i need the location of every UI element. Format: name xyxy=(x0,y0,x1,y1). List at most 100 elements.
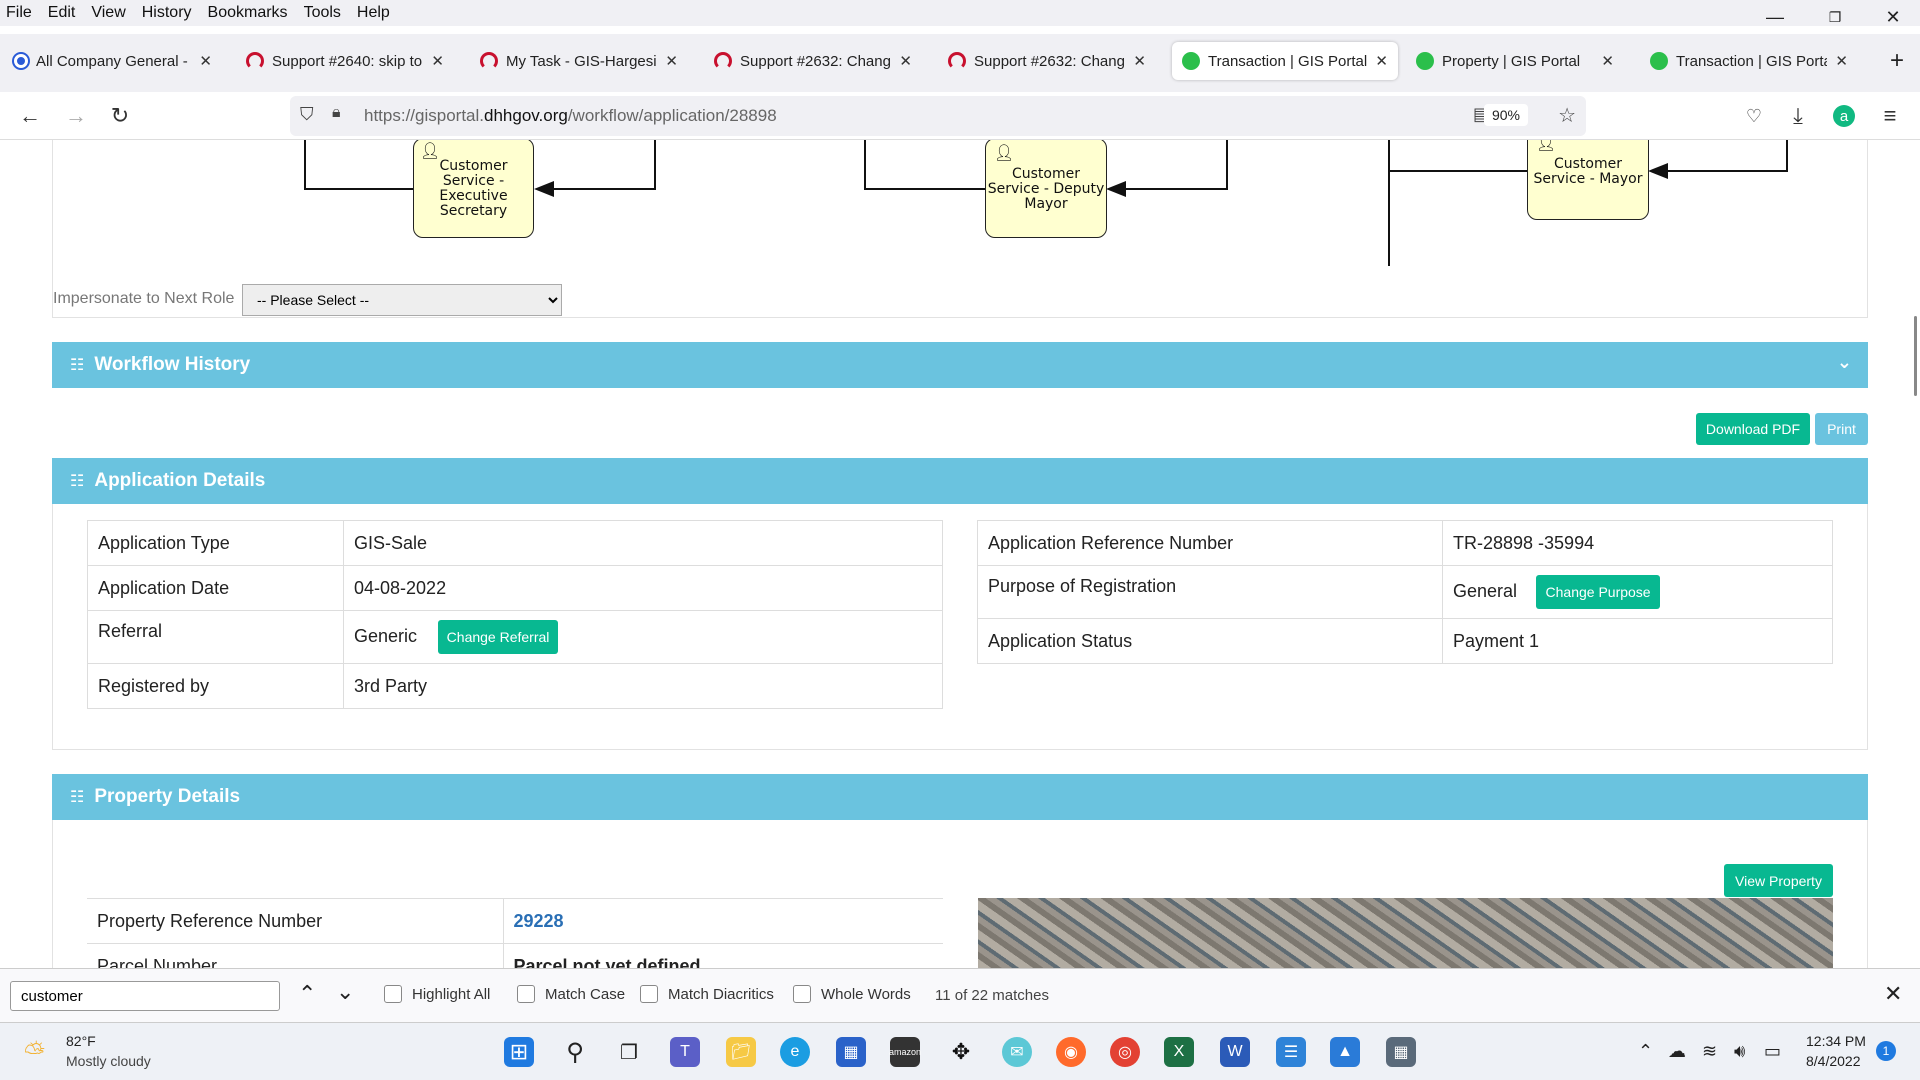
windows-start-icon[interactable]: ⊞ xyxy=(504,1037,534,1067)
match-case-checkbox[interactable]: Match Case xyxy=(517,985,625,1003)
maximize-button[interactable]: ❐ xyxy=(1810,0,1860,34)
page-scrollbar[interactable] xyxy=(1914,316,1917,396)
tab-property[interactable]: Property | GIS Portal ✕ xyxy=(1406,42,1624,80)
download-pdf-button[interactable]: Download PDF xyxy=(1696,413,1810,445)
menu-view[interactable]: View xyxy=(91,4,125,22)
battery-icon[interactable]: ▭ xyxy=(1764,1041,1781,1062)
highlight-all-checkbox[interactable]: Highlight All xyxy=(384,985,490,1003)
tab-transaction-active[interactable]: Transaction | GIS Portal ✕ xyxy=(1172,42,1398,80)
tab-label: My Task - GIS-Hargesia - xyxy=(506,52,658,70)
close-find-icon[interactable]: ✕ xyxy=(1884,981,1902,1007)
menu-file[interactable]: File xyxy=(6,4,32,22)
menu-tools[interactable]: Tools xyxy=(304,4,341,22)
tab-support-2640[interactable]: Support #2640: skip to p ✕ xyxy=(236,42,454,80)
weather-temp[interactable]: 82°F xyxy=(66,1033,96,1049)
new-tab-button[interactable]: + xyxy=(1880,42,1916,80)
find-next-icon[interactable]: ⌄ xyxy=(336,979,354,1005)
aerial-map-image[interactable] xyxy=(978,898,1833,968)
lock-icon[interactable]: 🔒︎ xyxy=(332,104,341,122)
property-details-title: Property Details xyxy=(94,786,241,807)
minimize-button[interactable]: — xyxy=(1750,0,1800,34)
impersonate-select[interactable]: -- Please Select -- xyxy=(242,284,562,316)
whole-words-checkbox[interactable]: Whole Words xyxy=(793,985,911,1003)
tab-support-2632-b[interactable]: Support #2632: Change t ✕ xyxy=(938,42,1156,80)
menu-history[interactable]: History xyxy=(142,4,192,22)
clock-time[interactable]: 12:34 PM xyxy=(1806,1033,1866,1049)
workflow-history-header[interactable]: ☷ Workflow History ⌄ xyxy=(52,342,1868,388)
word-icon[interactable]: W xyxy=(1220,1037,1250,1067)
value-cell: General Change Purpose xyxy=(1442,565,1833,619)
tab-transaction-2[interactable]: Transaction | GIS Portal ✕ xyxy=(1640,42,1858,80)
close-icon[interactable]: ✕ xyxy=(1601,52,1614,70)
close-icon[interactable]: ✕ xyxy=(665,52,678,70)
close-icon[interactable]: ✕ xyxy=(1375,52,1388,70)
notepad-icon[interactable]: ☰ xyxy=(1276,1037,1306,1067)
task-view-icon[interactable]: ❐ xyxy=(614,1037,644,1067)
forward-icon[interactable]: → xyxy=(60,100,92,132)
wifi-icon[interactable]: ≋ xyxy=(1702,1041,1717,1062)
menu-edit[interactable]: Edit xyxy=(48,4,76,22)
value-cell: TR-28898 -35994 xyxy=(1442,520,1833,566)
property-reference-link[interactable]: 29228 xyxy=(502,898,943,944)
checkbox-box[interactable] xyxy=(793,985,811,1003)
notification-badge[interactable]: 1 xyxy=(1876,1041,1896,1061)
find-input[interactable] xyxy=(10,981,280,1011)
photos-icon[interactable]: ▲ xyxy=(1330,1037,1360,1067)
close-icon[interactable]: ✕ xyxy=(199,52,212,70)
checkbox-box[interactable] xyxy=(640,985,658,1003)
account-icon[interactable]: a xyxy=(1828,100,1860,132)
volume-icon[interactable]: 🔊︎ xyxy=(1734,1041,1745,1062)
file-explorer-icon[interactable]: 📁︎ xyxy=(726,1037,756,1067)
close-icon[interactable]: ✕ xyxy=(1133,52,1146,70)
close-icon[interactable]: ✕ xyxy=(899,52,912,70)
store-icon[interactable]: ▦ xyxy=(836,1037,866,1067)
match-diacritics-checkbox[interactable]: Match Diacritics xyxy=(640,985,774,1003)
reload-icon[interactable]: ↻ xyxy=(104,100,136,132)
calculator-icon[interactable]: ▦ xyxy=(1386,1037,1416,1067)
chevron-down-icon[interactable]: ⌄ xyxy=(1837,352,1852,373)
print-button[interactable]: Print xyxy=(1815,413,1868,445)
chrome-icon[interactable]: ◎ xyxy=(1110,1037,1140,1067)
hamburger-menu-icon[interactable]: ≡ xyxy=(1874,100,1906,132)
close-icon[interactable]: ✕ xyxy=(1835,52,1848,70)
weather-desc[interactable]: Mostly cloudy xyxy=(66,1053,151,1069)
tab-label: Transaction | GIS Portal xyxy=(1208,52,1368,70)
find-previous-icon[interactable]: ⌃ xyxy=(298,981,316,1007)
close-window-button[interactable]: ✕ xyxy=(1868,0,1918,34)
bookmark-star-icon[interactable]: ☆ xyxy=(1558,103,1576,128)
shield-icon[interactable]: ⛉ xyxy=(300,104,314,125)
change-purpose-button[interactable]: Change Purpose xyxy=(1536,575,1661,609)
download-icon[interactable]: ⤓ xyxy=(1782,100,1814,132)
menu-bookmarks[interactable]: Bookmarks xyxy=(208,4,288,22)
checkbox-box[interactable] xyxy=(517,985,535,1003)
excel-icon[interactable]: X xyxy=(1164,1037,1194,1067)
view-property-button[interactable]: View Property xyxy=(1724,864,1833,897)
zoom-level[interactable]: 90% xyxy=(1483,104,1528,126)
table-row: Registered by 3rd Party xyxy=(87,663,943,709)
checkbox-box[interactable] xyxy=(384,985,402,1003)
chat-icon[interactable]: ✉ xyxy=(1002,1037,1032,1067)
tab-all-company[interactable]: All Company General - C ✕ xyxy=(4,42,222,80)
tab-support-2632-a[interactable]: Support #2632: Change t ✕ xyxy=(704,42,922,80)
dropbox-icon[interactable]: ✥ xyxy=(946,1037,976,1067)
pocket-icon[interactable]: ♡ xyxy=(1738,100,1770,132)
back-icon[interactable]: ← xyxy=(14,100,46,132)
weather-cloud-icon[interactable]: ⛅︎ xyxy=(24,1037,45,1069)
label-cell: Registered by xyxy=(87,663,344,709)
search-icon[interactable]: ⚲ xyxy=(560,1037,590,1067)
menu-help[interactable]: Help xyxy=(357,4,390,22)
amazon-icon[interactable]: amazon xyxy=(889,1037,921,1067)
url-bar[interactable]: ⛉ 🔒︎ https://gisportal.dhhgov.org/workfl… xyxy=(290,96,1586,136)
table-row: Referral Generic Change Referral xyxy=(87,610,943,664)
teams-icon[interactable]: T xyxy=(670,1037,700,1067)
onedrive-icon[interactable]: ☁ xyxy=(1668,1041,1686,1062)
change-referral-button[interactable]: Change Referral xyxy=(438,620,559,654)
close-icon[interactable]: ✕ xyxy=(431,52,444,70)
edge-icon[interactable]: e xyxy=(780,1037,810,1067)
firefox-icon[interactable]: ◉ xyxy=(1056,1037,1086,1067)
tab-my-task[interactable]: My Task - GIS-Hargesia - ✕ xyxy=(470,42,688,80)
url-text[interactable]: https://gisportal.dhhgov.org/workflow/ap… xyxy=(364,106,777,126)
chevron-up-icon[interactable]: ⌃ xyxy=(1638,1041,1653,1062)
tab-label: Property | GIS Portal xyxy=(1442,52,1581,70)
clock-date[interactable]: 8/4/2022 xyxy=(1806,1053,1861,1069)
